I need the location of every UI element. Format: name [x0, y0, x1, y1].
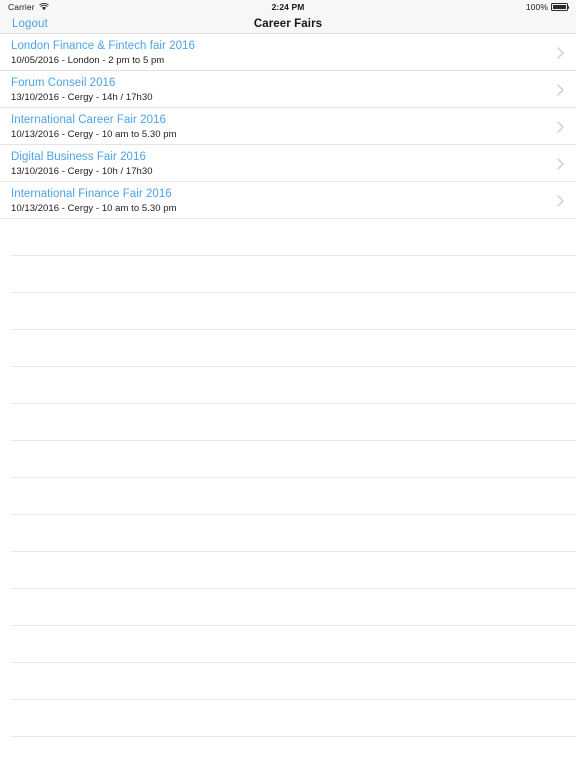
list-empty-row [0, 737, 576, 768]
list-empty-row [0, 256, 576, 293]
career-fairs-list: London Finance & Fintech fair 2016 10/05/… [0, 34, 576, 768]
list-item-title: International Finance Fair 2016 [11, 187, 172, 200]
chevron-right-icon [557, 83, 564, 96]
navigation-bar: Logout Career Fairs [0, 14, 576, 34]
chevron-right-icon [557, 120, 564, 133]
list-empty-row [0, 626, 576, 663]
list-empty-row [0, 589, 576, 626]
list-item-subtitle: 10/05/2016 - London - 2 pm to 5 pm [11, 54, 165, 66]
list-item-subtitle: 10/13/2016 - Cergy - 10 am to 5.30 pm [11, 128, 177, 140]
list-empty-row [0, 404, 576, 441]
list-item-subtitle: 10/13/2016 - Cergy - 10 am to 5.30 pm [11, 202, 177, 214]
list-empty-row [0, 330, 576, 367]
list-item-title: London Finance & Fintech fair 2016 [11, 39, 195, 52]
chevron-right-icon [557, 194, 564, 207]
list-empty-row [0, 700, 576, 737]
list-empty-row [0, 367, 576, 404]
list-item-subtitle: 13/10/2016 - Cergy - 14h / 17h30 [11, 91, 153, 103]
list-item-subtitle: 13/10/2016 - Cergy - 10h / 17h30 [11, 165, 153, 177]
list-empty-row [0, 293, 576, 330]
status-bar: Carrier 2:24 PM 100% [0, 0, 576, 14]
logout-button[interactable]: Logout [12, 18, 48, 30]
page-title: Career Fairs [253, 17, 323, 30]
chevron-right-icon [557, 46, 564, 59]
list-item-title: Digital Business Fair 2016 [11, 150, 146, 163]
list-item[interactable]: Forum Conseil 2016 13/10/2016 - Cergy - 1… [0, 71, 576, 108]
status-bar-right: 100% [525, 2, 570, 12]
battery-full-icon [551, 3, 570, 11]
list-empty-row [0, 663, 576, 700]
list-item[interactable]: London Finance & Fintech fair 2016 10/05/… [0, 34, 576, 71]
list-item-title: International Career Fair 2016 [11, 113, 166, 126]
list-item-title: Forum Conseil 2016 [11, 76, 116, 89]
app-screen: Carrier 2:24 PM 100% Logout Career Fairs… [0, 0, 576, 768]
list-empty-row [0, 219, 576, 256]
chevron-right-icon [557, 157, 564, 170]
list-item[interactable]: International Career Fair 2016 10/13/2016… [0, 108, 576, 145]
status-bar-clock: 2:24 PM [271, 2, 305, 12]
list-empty-row [0, 515, 576, 552]
list-item[interactable]: Digital Business Fair 2016 13/10/2016 - C… [0, 145, 576, 182]
battery-percent-label: 100% [525, 2, 548, 12]
list-empty-row [0, 441, 576, 478]
list-item[interactable]: International Finance Fair 2016 10/13/201… [0, 182, 576, 219]
list-empty-row [0, 478, 576, 515]
list-empty-row [0, 552, 576, 589]
